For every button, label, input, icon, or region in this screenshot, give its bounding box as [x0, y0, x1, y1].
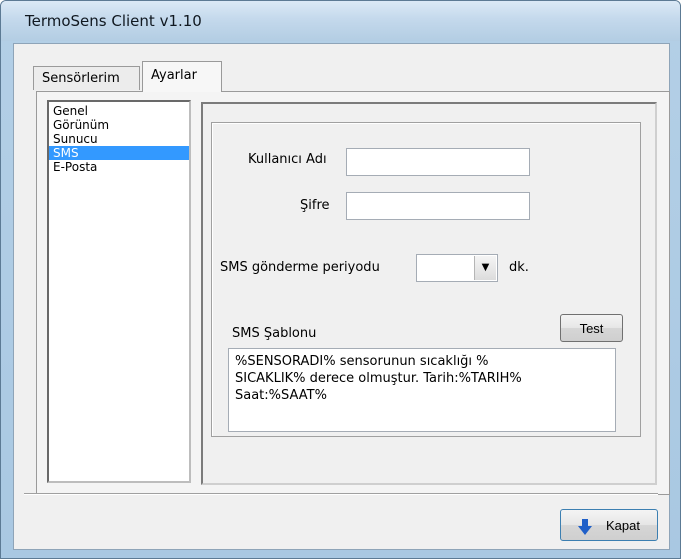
- list-item-eposta[interactable]: E-Posta: [49, 160, 189, 174]
- period-unit: dk.: [509, 260, 529, 275]
- arrow-down-icon: [578, 518, 592, 535]
- tab-sensorlerim[interactable]: Sensörlerim: [33, 66, 140, 90]
- template-label: SMS Şablonu: [232, 326, 317, 341]
- chevron-down-icon: ▼: [481, 262, 490, 273]
- window-title: TermoSens Client v1.10: [25, 12, 202, 30]
- settings-category-list[interactable]: Genel Görünüm Sunucu SMS E-Posta: [47, 100, 191, 483]
- sms-template-textarea[interactable]: %SENSORADI% sensorunun sıcaklığı % SICAK…: [228, 348, 616, 432]
- password-label: Şifre: [300, 198, 330, 213]
- list-item-sunucu[interactable]: Sunucu: [49, 132, 189, 146]
- test-button[interactable]: Test: [560, 314, 623, 342]
- list-item-gorunum[interactable]: Görünüm: [49, 118, 189, 132]
- footer-divider: [24, 493, 658, 495]
- close-label: Kapat: [606, 518, 640, 533]
- period-select[interactable]: ▼: [416, 254, 498, 282]
- username-input[interactable]: [346, 148, 530, 176]
- main-window: TermoSens Client v1.10 Sensörlerim Ayarl…: [0, 0, 681, 559]
- tab-label: Sensörlerim: [42, 71, 120, 86]
- client-area: Sensörlerim Ayarlar Genel Görünüm Sunucu…: [13, 43, 670, 550]
- title-bar[interactable]: TermoSens Client v1.10: [1, 1, 680, 41]
- username-label: Kullanıcı Adı: [248, 152, 327, 167]
- dropdown-button[interactable]: ▼: [474, 256, 496, 280]
- close-button[interactable]: Kapat: [560, 509, 658, 541]
- password-input[interactable]: [346, 192, 530, 220]
- tab-ayarlar[interactable]: Ayarlar: [142, 61, 222, 92]
- period-label: SMS gönderme periyodu: [220, 260, 380, 275]
- list-item-genel[interactable]: Genel: [49, 104, 189, 118]
- list-item-sms[interactable]: SMS: [49, 146, 189, 160]
- tab-label: Ayarlar: [151, 68, 197, 83]
